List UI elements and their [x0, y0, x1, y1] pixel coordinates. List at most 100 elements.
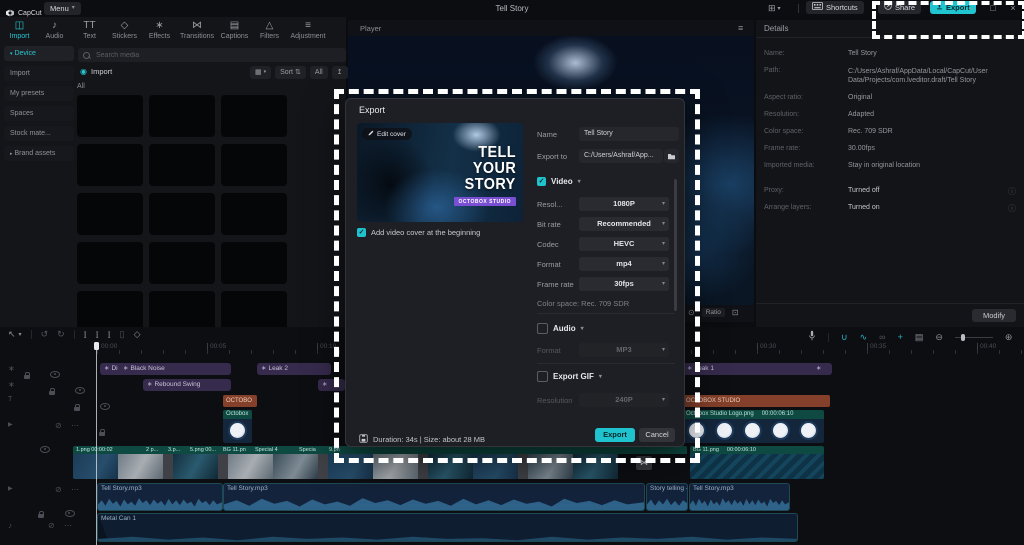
audio-clip[interactable]: Tell Story.mp3: [223, 483, 645, 511]
codec-dropdown[interactable]: HEVC ▾: [579, 237, 669, 251]
video-clip-group[interactable]: 1.png 00:00:02 2 p... 3.p... 5.png 00...…: [73, 446, 687, 479]
sticker-clip[interactable]: Octobox: [223, 410, 252, 443]
media-tile[interactable]: [77, 144, 143, 186]
media-tile[interactable]: [77, 193, 143, 235]
media-source-toggle[interactable]: ◉ Import: [80, 67, 112, 76]
sidebar-item-import[interactable]: Import: [4, 66, 74, 81]
effect-clip[interactable]: ∗ Leak 1: [683, 363, 818, 375]
sort-button[interactable]: Sort ⇅: [275, 66, 306, 79]
transition-icon[interactable]: ⋈: [636, 456, 652, 470]
tab-transitions[interactable]: ⋈ Transitions: [177, 20, 217, 40]
modify-button[interactable]: Modify: [972, 309, 1016, 322]
audio-clip[interactable]: Tell Story.mp3: [97, 483, 223, 511]
mute-icon[interactable]: ⊘: [48, 521, 55, 530]
info-icon[interactable]: ⓘ: [1008, 203, 1016, 214]
snap-icon[interactable]: ∪: [841, 332, 848, 343]
export-to-input[interactable]: C:/Users/Ashraf/App...: [579, 149, 663, 163]
effect-clip[interactable]: ∗ Rebound Swing: [143, 379, 231, 391]
eye-icon[interactable]: [100, 403, 111, 410]
zoom-in-icon[interactable]: ⊕: [1005, 332, 1013, 343]
more-icon[interactable]: ⋯: [64, 521, 72, 530]
split-left-tool[interactable]: I: [96, 330, 99, 340]
media-tile[interactable]: [221, 242, 287, 284]
delete-tool[interactable]: ▯: [120, 329, 125, 340]
media-tile[interactable]: [77, 242, 143, 284]
sidebar-item-device[interactable]: ▾ Device: [4, 46, 74, 61]
zoom-out-icon[interactable]: ⊖: [935, 332, 943, 343]
effect-clip[interactable]: ∗ Black Noise: [119, 363, 231, 375]
audio-format-dropdown[interactable]: MP3 ▾: [579, 343, 669, 357]
framerate-dropdown[interactable]: 30fps ▾: [579, 277, 669, 291]
tab-effects[interactable]: ∗ Effects: [142, 20, 177, 40]
shortcuts-button[interactable]: Shortcuts: [806, 1, 864, 14]
media-tile[interactable]: [149, 193, 215, 235]
eye-icon[interactable]: [50, 371, 61, 378]
text-clip[interactable]: OCTOBOX STUDIO: [683, 395, 830, 407]
media-tile[interactable]: [149, 291, 215, 327]
eye-icon[interactable]: [75, 387, 86, 394]
share-button[interactable]: Share: [878, 1, 922, 14]
gif-section-header[interactable]: Export GIF ▾: [537, 371, 602, 382]
more-icon[interactable]: ⋯: [71, 485, 79, 494]
media-tile[interactable]: [149, 95, 215, 137]
checkbox-unchecked-icon[interactable]: [537, 323, 548, 334]
format-dropdown[interactable]: mp4 ▾: [579, 257, 669, 271]
media-tile[interactable]: [221, 144, 287, 186]
tab-stickers[interactable]: ◇ Stickers: [107, 20, 142, 40]
gif-resolution-dropdown[interactable]: 240P ▾: [579, 393, 669, 407]
text-clip[interactable]: OCTOBO: [223, 395, 257, 407]
mute-icon[interactable]: ⊘: [55, 485, 62, 494]
lock-icon[interactable]: [98, 429, 105, 436]
effect-clip[interactable]: ∗ Leak 2: [257, 363, 331, 375]
close-button[interactable]: ×: [1006, 3, 1020, 13]
auto-ripple-icon[interactable]: ∿: [860, 332, 868, 343]
lock-icon[interactable]: [38, 511, 45, 518]
media-tile[interactable]: [221, 193, 287, 235]
maximize-button[interactable]: □: [986, 3, 1000, 13]
player-menu-icon[interactable]: ≡: [738, 23, 743, 33]
audio-clip-metal-can[interactable]: Metal Can 1: [97, 513, 798, 542]
cover-icon[interactable]: ▤: [915, 332, 924, 343]
ratio-button[interactable]: Ratio: [701, 308, 725, 317]
cancel-button[interactable]: Cancel: [639, 428, 675, 442]
browse-folder-button[interactable]: [664, 149, 679, 163]
lock-icon[interactable]: [73, 404, 80, 411]
export-confirm-button[interactable]: Export: [595, 428, 635, 442]
chevron-down-icon[interactable]: ▾: [19, 331, 22, 338]
checkbox-checked-icon[interactable]: ✓: [537, 177, 546, 186]
media-tile[interactable]: [149, 144, 215, 186]
more-icon[interactable]: ⋯: [71, 421, 79, 430]
audio-section-header[interactable]: Audio ▾: [537, 323, 584, 334]
fit-icon[interactable]: ⊙: [688, 308, 695, 317]
checkbox-checked-icon[interactable]: ✓: [357, 228, 366, 237]
info-icon[interactable]: ⓘ: [1008, 186, 1016, 197]
add-cover-row[interactable]: ✓ Add video cover at the beginning: [357, 228, 480, 237]
tab-adjustment[interactable]: ≡ Adjustment: [287, 20, 329, 40]
eye-icon[interactable]: [40, 446, 50, 453]
effect-clip[interactable]: ∗: [812, 363, 832, 375]
split-tool[interactable]: I: [84, 330, 87, 340]
sidebar-item-my-presets[interactable]: My presets: [4, 86, 74, 101]
slider-thumb[interactable]: [960, 333, 965, 341]
audio-clip[interactable]: Story telling -: [646, 483, 688, 511]
minimize-button[interactable]: –: [964, 3, 978, 13]
timeline-zoom-slider[interactable]: [954, 333, 993, 342]
sidebar-item-spaces[interactable]: Spaces: [4, 106, 74, 121]
effect-clip[interactable]: ∗: [318, 379, 345, 391]
sidebar-item-stock-material[interactable]: Stock mate...: [4, 126, 74, 141]
tab-audio[interactable]: ♪ Audio: [37, 20, 72, 40]
edit-cover-button[interactable]: Edit cover: [362, 128, 412, 140]
bitrate-dropdown[interactable]: Recommended ▾: [579, 217, 669, 231]
split-right-tool[interactable]: I: [108, 330, 111, 340]
eye-icon[interactable]: [64, 510, 75, 517]
checkbox-unchecked-icon[interactable]: [537, 371, 548, 382]
lock-icon[interactable]: [24, 372, 30, 379]
name-input[interactable]: Tell Story: [579, 127, 679, 141]
media-tile[interactable]: [77, 291, 143, 327]
sticker-clip[interactable]: Octobox Studio Logo.png 00:00:06:10: [683, 410, 824, 443]
media-tile[interactable]: [221, 291, 287, 327]
undo-button[interactable]: ↺: [41, 329, 49, 340]
search-bar[interactable]: [78, 48, 346, 62]
preview-axis-icon[interactable]: +: [898, 332, 903, 342]
media-tile[interactable]: [221, 95, 287, 137]
